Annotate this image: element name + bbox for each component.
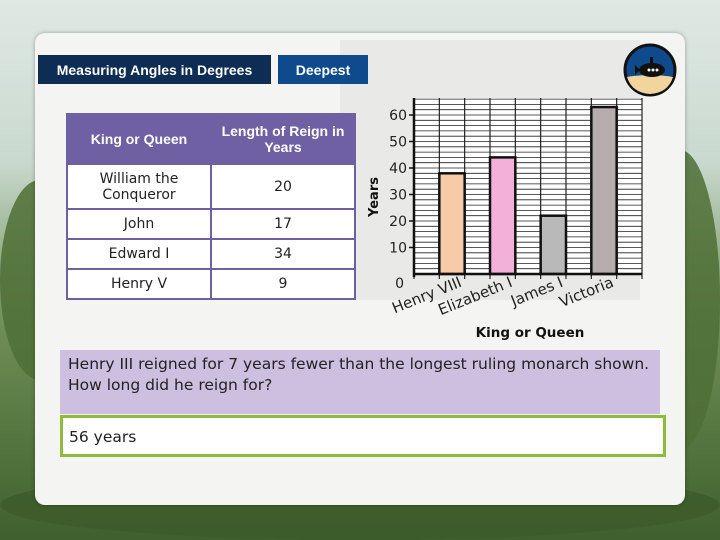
castle-background	[340, 40, 640, 300]
reign-cell: 34	[210, 238, 356, 270]
monarch-cell: Henry V	[66, 268, 212, 300]
reign-cell: 9	[210, 268, 356, 300]
monarch-cell: Edward I	[66, 238, 212, 270]
table-row: William the Conqueror 20	[66, 163, 356, 210]
table-row: John 17	[66, 208, 356, 240]
table-row: Edward I 34	[66, 238, 356, 270]
reign-table: King or Queen Length of Reign in Years W…	[66, 113, 356, 300]
level-label: Deepest	[278, 55, 368, 84]
submarine-icon	[623, 43, 677, 101]
question-text: Henry III reigned for 7 years fewer than…	[60, 350, 660, 414]
table-header-row: King or Queen Length of Reign in Years	[66, 113, 356, 165]
reign-cell: 20	[210, 163, 356, 210]
monarch-cell: William the Conqueror	[66, 163, 212, 210]
table-row: Henry V 9	[66, 268, 356, 300]
monarch-cell: John	[66, 208, 212, 240]
column-header: King or Queen	[66, 113, 212, 165]
reign-cell: 17	[210, 208, 356, 240]
column-header: Length of Reign in Years	[210, 113, 356, 165]
answer-box[interactable]: 56 years	[60, 415, 666, 457]
lesson-title: Measuring Angles in Degrees	[38, 55, 271, 84]
